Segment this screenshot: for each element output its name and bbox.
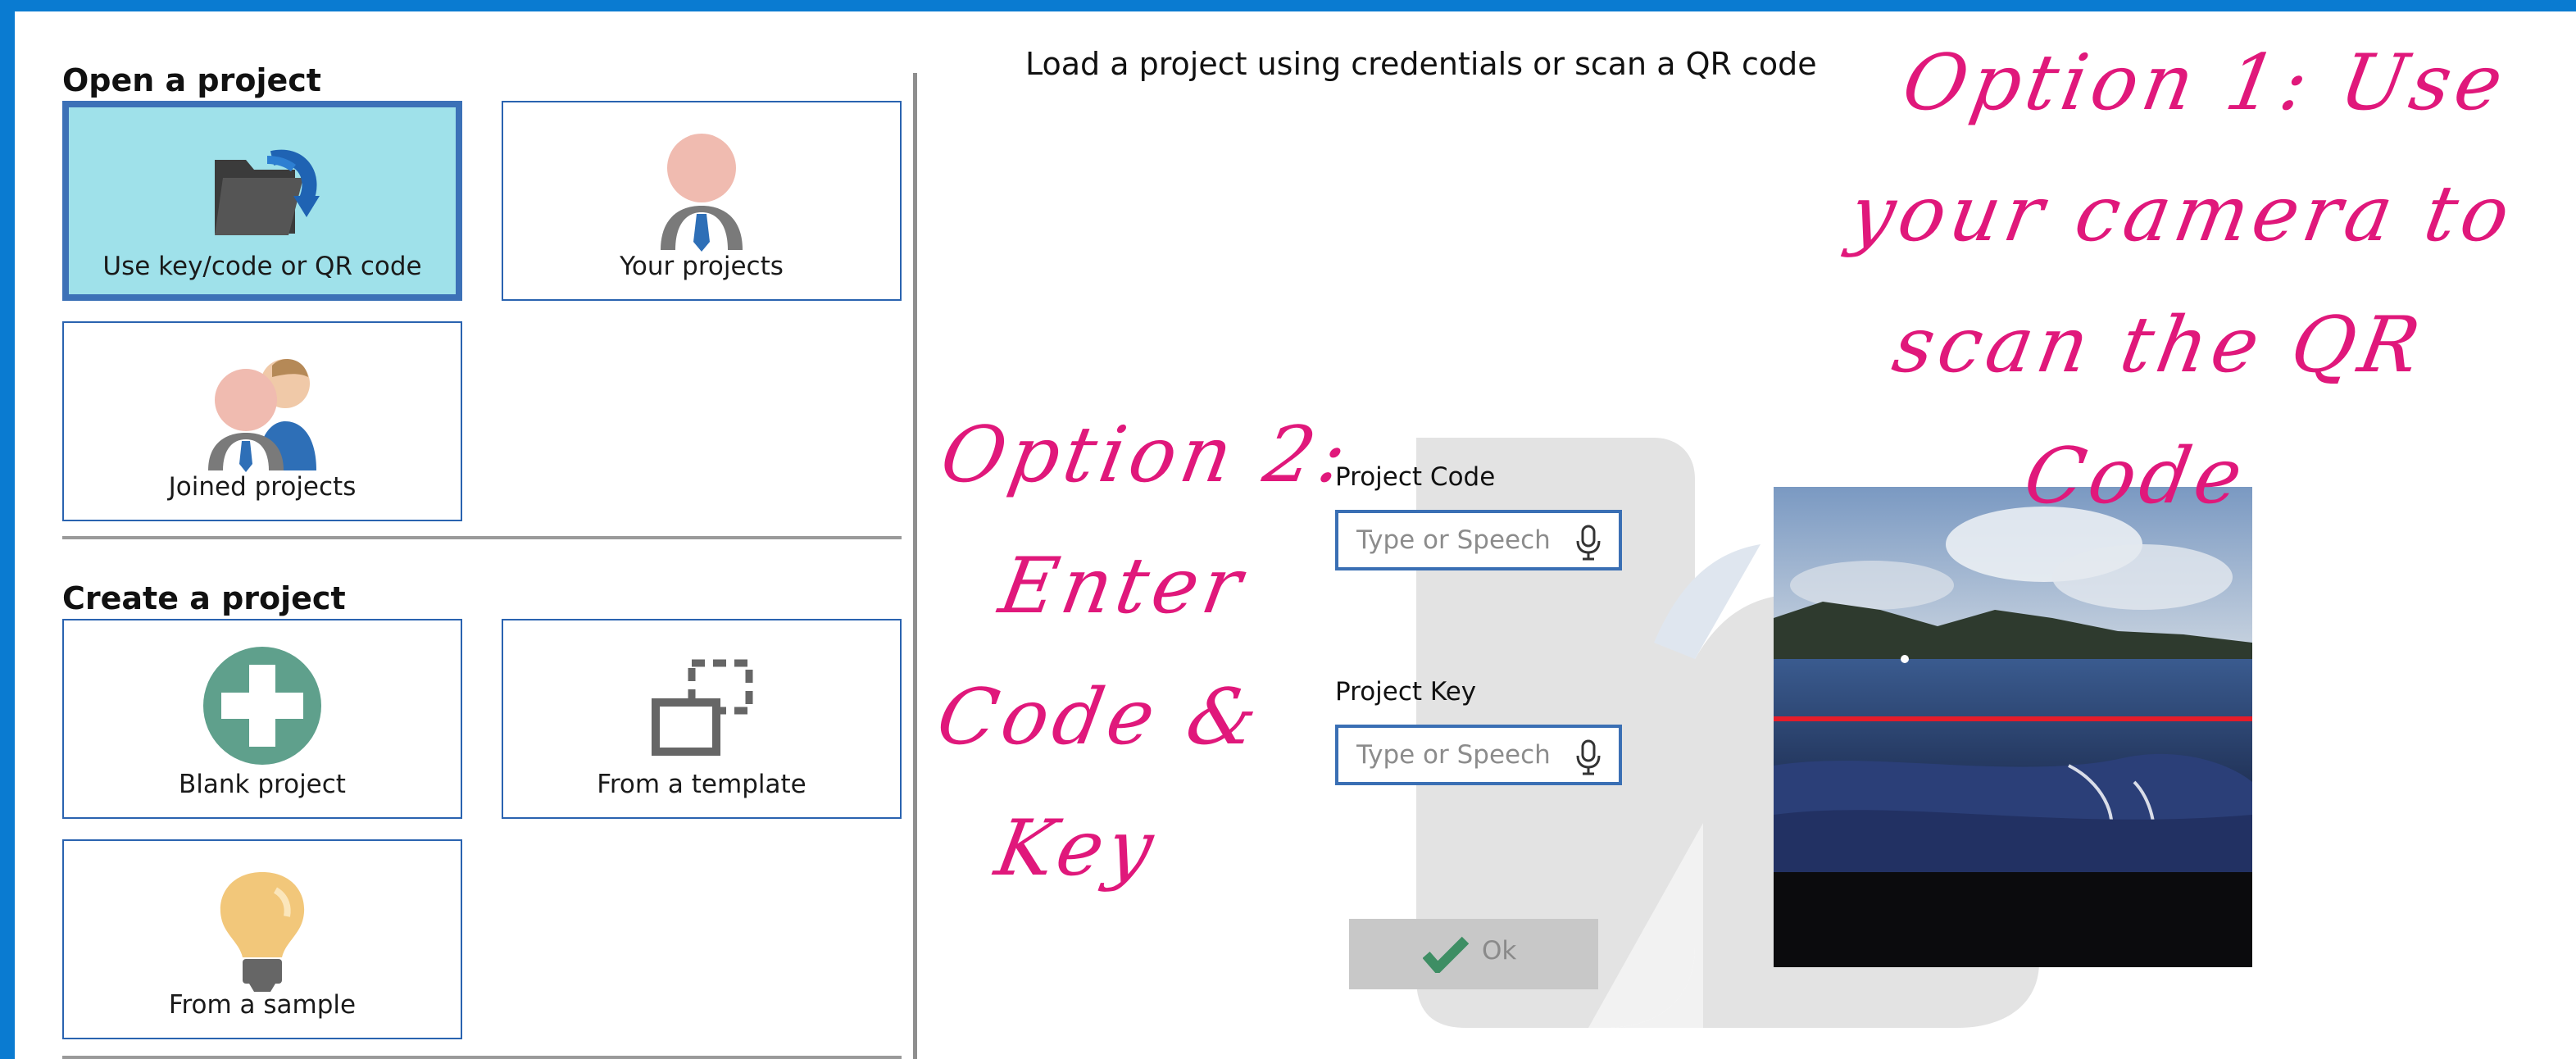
annotation-line: Option 1: Use bbox=[1896, 39, 2515, 128]
load-project-heading: Load a project using credentials or scan… bbox=[1025, 46, 1817, 82]
project-code-input[interactable] bbox=[1356, 523, 1570, 557]
annotation-line: your camera to bbox=[1842, 170, 2521, 259]
blank-project-tile[interactable]: Blank project bbox=[62, 619, 462, 819]
user-icon bbox=[661, 134, 743, 252]
project-key-label: Project Key bbox=[1335, 677, 1477, 707]
annotation-option-1: Option 1: Use your camera to scan the QR… bbox=[1764, 18, 2576, 543]
checkmark-icon bbox=[1423, 936, 1469, 973]
tile-label: From a sample bbox=[168, 990, 357, 1020]
section-divider bbox=[62, 536, 902, 539]
annotation-line: Code & bbox=[930, 673, 1270, 762]
create-project-heading: Create a project bbox=[62, 580, 346, 616]
annotation-line: Enter bbox=[993, 542, 1253, 631]
from-template-tile[interactable]: From a template bbox=[502, 619, 902, 819]
use-key-code-qr-tile[interactable]: Use key/code or QR code bbox=[62, 101, 462, 301]
annotation-option-2: Option 2: Enter Code & Key bbox=[828, 390, 1396, 915]
annotation-line: scan the QR bbox=[1886, 301, 2432, 390]
folder-refresh-icon bbox=[215, 149, 320, 235]
microphone-icon[interactable] bbox=[1574, 739, 1602, 775]
your-projects-tile[interactable]: Your projects bbox=[502, 101, 902, 301]
plus-circle-icon bbox=[203, 647, 321, 765]
camera-feed-image bbox=[1774, 487, 2252, 967]
from-sample-tile[interactable]: From a sample bbox=[62, 839, 462, 1039]
project-key-field bbox=[1335, 725, 1622, 785]
tile-label: From a template bbox=[597, 770, 806, 799]
ok-button[interactable]: Ok bbox=[1349, 919, 1598, 989]
qr-scan-line bbox=[1774, 716, 2252, 721]
section-divider-bottom bbox=[62, 1056, 902, 1059]
tile-label: Use key/code or QR code bbox=[102, 252, 422, 281]
ok-label: Ok bbox=[1482, 936, 1517, 966]
tile-label: Blank project bbox=[179, 770, 346, 799]
camera-preview[interactable] bbox=[1774, 487, 2252, 967]
lightbulb-icon bbox=[220, 872, 305, 992]
project-code-field bbox=[1335, 510, 1622, 570]
app-window: Open a project Use key/code or QR code Y… bbox=[15, 11, 2576, 1059]
joined-projects-tile[interactable]: Joined projects bbox=[62, 321, 462, 521]
template-icon bbox=[652, 659, 753, 756]
project-key-input[interactable] bbox=[1356, 738, 1570, 772]
annotation-line: Key bbox=[988, 804, 1165, 893]
open-project-heading: Open a project bbox=[62, 62, 321, 98]
users-icon bbox=[208, 358, 316, 472]
annotation-line: Option 2: bbox=[934, 411, 1358, 500]
tile-label: Your projects bbox=[620, 252, 784, 281]
microphone-icon[interactable] bbox=[1574, 525, 1602, 561]
annotation-line: Code bbox=[2017, 432, 2254, 521]
tile-label: Joined projects bbox=[168, 472, 357, 502]
